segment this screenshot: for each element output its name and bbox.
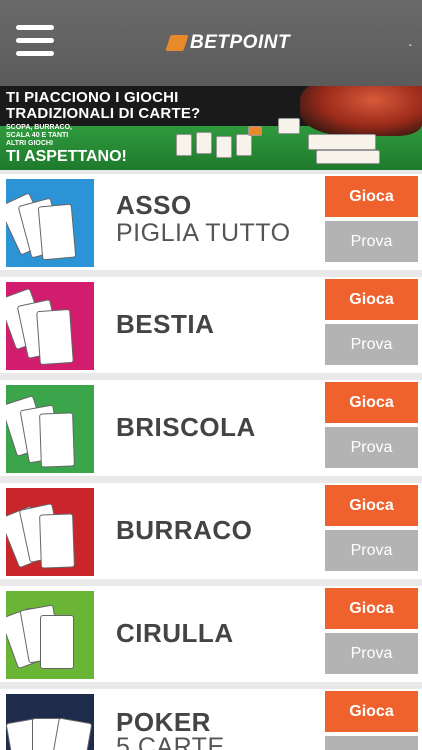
banner-card bbox=[278, 118, 300, 134]
card-icon bbox=[37, 203, 77, 261]
menu-icon[interactable] bbox=[16, 25, 56, 57]
card-icon bbox=[36, 308, 74, 366]
banner-card-fan bbox=[308, 134, 376, 150]
try-button[interactable]: Prova bbox=[325, 324, 418, 365]
game-row-briscola: BRISCOLA Gioca Prova bbox=[0, 380, 422, 476]
try-button[interactable]: Prova bbox=[325, 633, 418, 674]
betpoint-logo: BETPOINT bbox=[166, 32, 291, 53]
asso-thumbnail bbox=[6, 179, 94, 267]
card-icon bbox=[39, 513, 75, 569]
game-title: BRISCOLA bbox=[116, 412, 256, 442]
menu-bar bbox=[16, 51, 54, 56]
game-row-asso: ASSO PIGLIA TUTTO Gioca Prova bbox=[0, 174, 422, 270]
bestia-thumbnail bbox=[6, 282, 94, 370]
card-icon bbox=[39, 412, 75, 468]
game-row-bestia: BESTIA Gioca Prova bbox=[0, 277, 422, 373]
banner-card bbox=[196, 132, 212, 154]
play-button[interactable]: Gioca bbox=[325, 485, 418, 526]
play-button[interactable]: Gioca bbox=[325, 176, 418, 217]
game-title: BESTIA bbox=[116, 309, 215, 339]
poker-thumbnail bbox=[6, 694, 94, 750]
header-corner-mark: - bbox=[408, 40, 412, 51]
banner-cta: TI ASPETTANO! bbox=[6, 148, 127, 165]
game-title: BURRACO bbox=[116, 515, 253, 545]
app-header: BETPOINT - bbox=[0, 0, 422, 86]
game-title: CIRULLA bbox=[116, 618, 234, 648]
try-button[interactable]: Prova bbox=[325, 530, 418, 571]
play-button[interactable]: Gioca bbox=[325, 588, 418, 629]
try-button[interactable]: Prova bbox=[325, 736, 418, 750]
banner-card bbox=[236, 134, 252, 156]
cirulla-thumbnail bbox=[6, 591, 94, 679]
burraco-thumbnail bbox=[6, 488, 94, 576]
banner-woman-image bbox=[300, 86, 422, 136]
banner-card-fan bbox=[316, 150, 380, 164]
game-row-poker: POKER 5 CARTE Gioca Prova bbox=[0, 689, 422, 750]
play-button[interactable]: Gioca bbox=[325, 279, 418, 320]
card-icon bbox=[40, 615, 74, 669]
game-subtitle: 5 CARTE bbox=[116, 733, 225, 750]
try-button[interactable]: Prova bbox=[325, 221, 418, 262]
game-row-burraco: BURRACO Gioca Prova bbox=[0, 483, 422, 579]
banner-card bbox=[176, 134, 192, 156]
menu-bar bbox=[16, 38, 54, 43]
try-button[interactable]: Prova bbox=[325, 427, 418, 468]
logo-text: BETPOINT bbox=[190, 32, 291, 53]
promo-banner[interactable]: TI PIACCIONO I GIOCHI TRADIZIONALI DI CA… bbox=[0, 86, 422, 170]
menu-bar bbox=[16, 25, 54, 30]
briscola-thumbnail bbox=[6, 385, 94, 473]
banner-card bbox=[216, 136, 232, 158]
logo-mark-icon bbox=[166, 35, 188, 51]
banner-headline: TI PIACCIONO I GIOCHI TRADIZIONALI DI CA… bbox=[6, 89, 201, 122]
play-button[interactable]: Gioca bbox=[325, 691, 418, 732]
game-subtitle: PIGLIA TUTTO bbox=[116, 219, 291, 247]
banner-chip bbox=[248, 126, 262, 136]
game-title: ASSO bbox=[116, 190, 192, 220]
banner-subtext: SCOPA, BURRACO, SCALA 40 E TANTI ALTRI G… bbox=[6, 124, 72, 147]
game-row-cirulla: CIRULLA Gioca Prova bbox=[0, 586, 422, 682]
play-button[interactable]: Gioca bbox=[325, 382, 418, 423]
